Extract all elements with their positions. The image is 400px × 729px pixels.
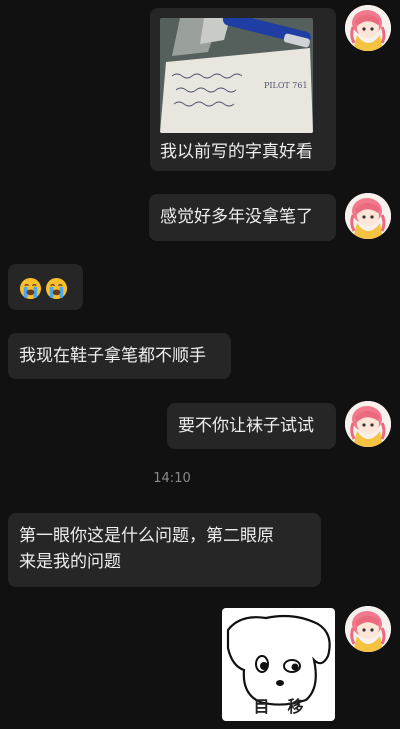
message-text: 感觉好多年没拿笔了 [160,207,313,227]
message-bubble-incoming[interactable]: 我现在鞋子拿笔都不顺手 [8,333,231,379]
timestamp: 14:10 [153,471,191,486]
sticker-text: 目移 [253,697,322,716]
message-bubble-outgoing[interactable]: 要不你让袜子试试 [167,403,336,449]
message-caption: 我以前写的字真好看 [160,142,313,162]
my-avatar[interactable] [345,401,391,447]
message-bubble-incoming[interactable]: 第一眼你这是什么问题，第二眼原 来是我的问题 [8,513,321,587]
photo-caption-text: PILOT 761 [264,81,308,90]
avatar-icon [345,606,391,652]
my-avatar[interactable] [345,606,391,652]
avatar-icon [345,5,391,51]
message-text: 我现在鞋子拿笔都不顺手 [19,346,206,366]
photo-art [160,18,313,133]
message-bubble-emoji[interactable] [8,264,83,310]
my-avatar[interactable] [345,5,391,51]
loudly-crying-face-icon [19,277,42,300]
message-text: 要不你让袜子试试 [178,416,314,436]
loudly-crying-face-icon [45,277,68,300]
handwriting-photo[interactable]: PILOT 761 [160,18,313,133]
my-avatar[interactable] [345,193,391,239]
message-text-line: 来是我的问题 [19,552,121,572]
avatar-icon [345,193,391,239]
avatar-icon [345,401,391,447]
message-text-line: 第一眼你这是什么问题，第二眼原 [19,526,274,546]
dog-sticker[interactable]: 目移 [222,608,335,721]
message-bubble-outgoing[interactable]: 感觉好多年没拿笔了 [149,194,336,241]
